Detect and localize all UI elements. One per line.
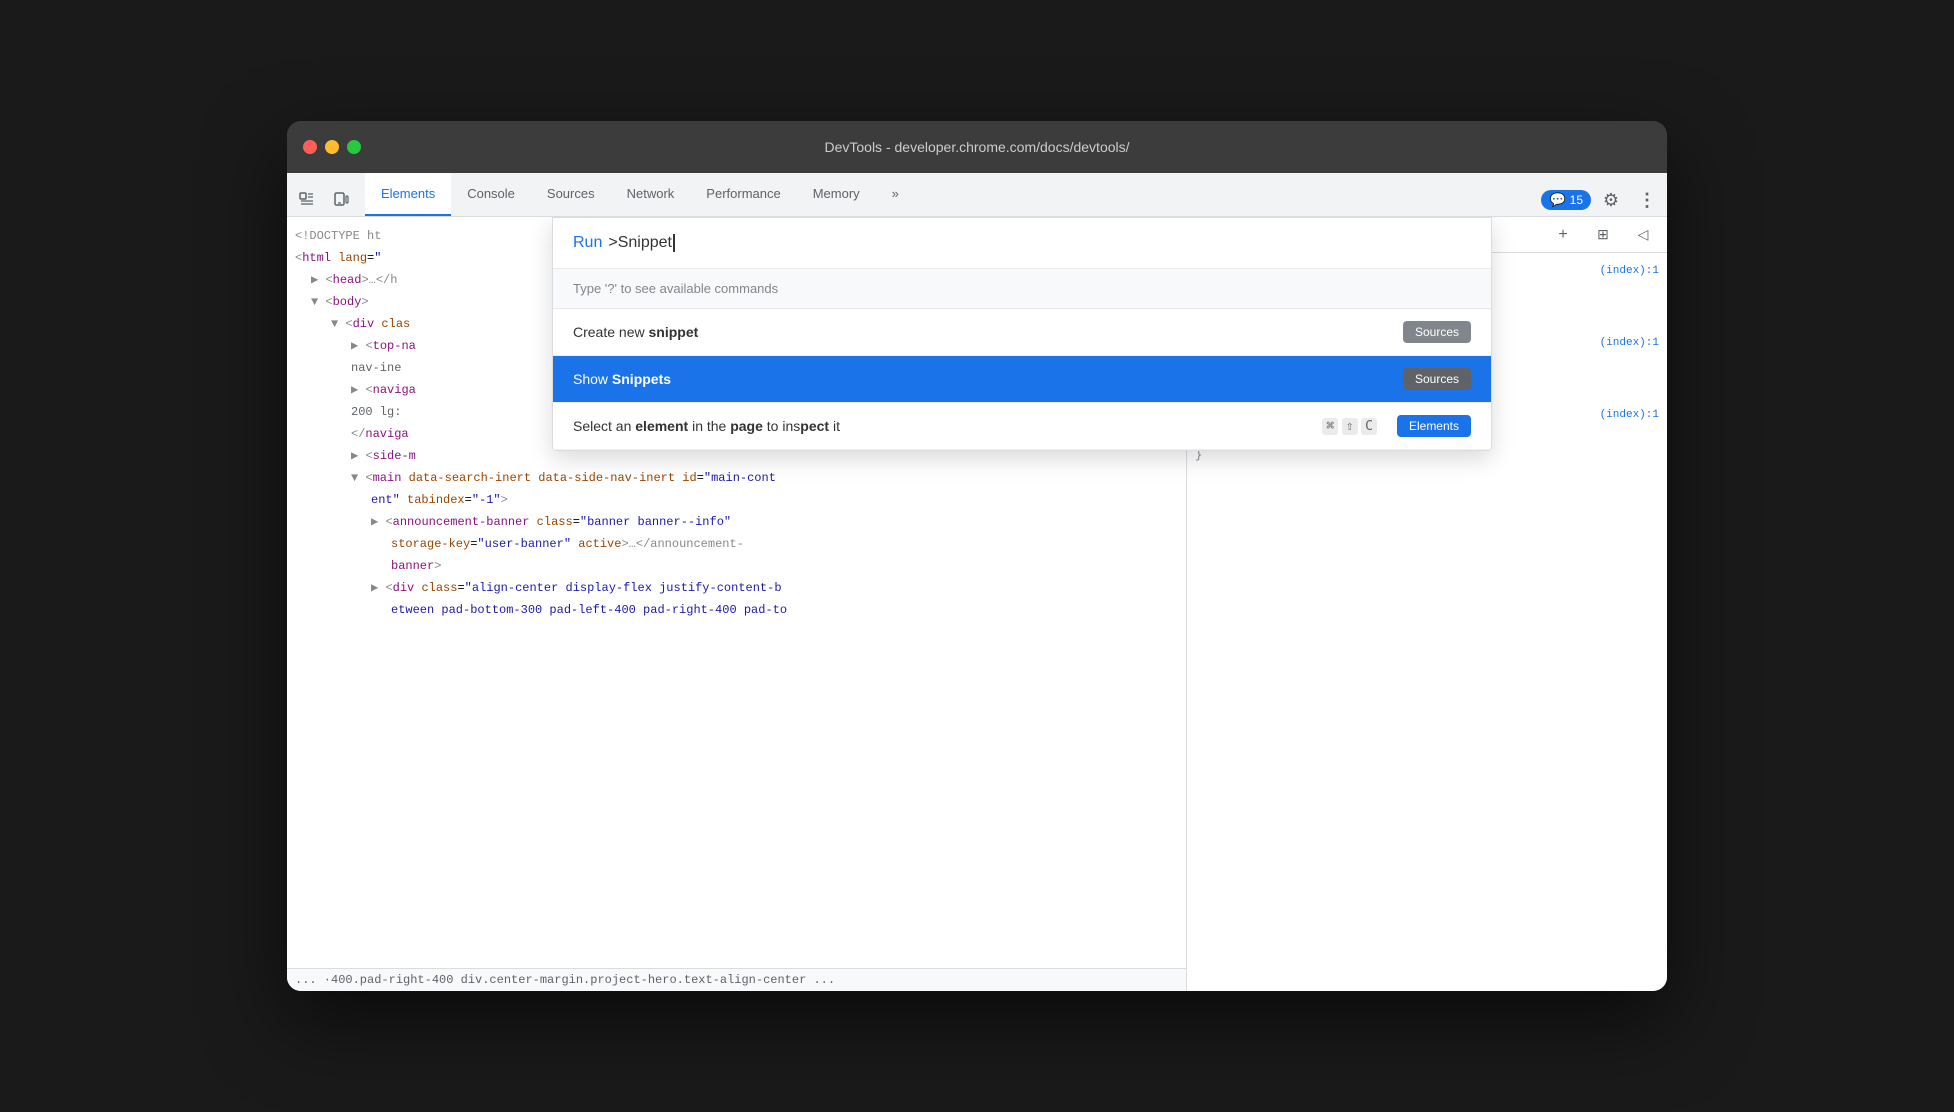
dom-line: ▶ <announcement-banner class="banner ban… [291, 511, 1182, 533]
command-item-label: Select an element in the page to inspect… [573, 418, 840, 434]
command-input-row: Run >Snippet [553, 218, 1491, 269]
window-title: DevTools - developer.chrome.com/docs/dev… [824, 139, 1129, 155]
style-source[interactable]: (index):1 [1600, 333, 1659, 353]
main-tabs: Elements Console Sources Network Perform… [365, 173, 1541, 216]
close-button[interactable] [303, 140, 317, 154]
tab-performance[interactable]: Performance [690, 173, 796, 216]
device-button[interactable] [325, 184, 357, 216]
command-item-select-element[interactable]: Select an element in the page to inspect… [553, 403, 1491, 450]
toolbar-left [291, 184, 357, 216]
toggle-button[interactable]: ⊞ [1587, 219, 1619, 251]
dom-line: ▼ <main data-search-inert data-side-nav-… [291, 467, 1182, 489]
dom-line: ent" tabindex="-1"> [291, 489, 1182, 511]
devtools-panel: Elements Console Sources Network Perform… [287, 173, 1667, 991]
minimize-button[interactable] [325, 140, 339, 154]
style-source[interactable]: (index):1 [1600, 261, 1659, 281]
maximize-button[interactable] [347, 140, 361, 154]
back-button[interactable]: ◁ [1627, 219, 1659, 251]
traffic-lights [303, 140, 361, 154]
command-item-create-snippet[interactable]: Create new snippet Sources [553, 309, 1491, 356]
command-palette: Run >Snippet Type '?' to see available c… [552, 217, 1492, 451]
dom-line: banner> [291, 555, 1182, 577]
command-badge-elements[interactable]: Elements [1397, 415, 1471, 437]
command-item-label: Show Snippets [573, 371, 671, 387]
command-item-shortcut: ⌘ ⇧ C [1322, 418, 1377, 435]
breadcrumb: ... ·400.pad-right-400 div.center-margin… [287, 968, 1186, 991]
command-item-show-snippets[interactable]: Show Snippets Sources [553, 356, 1491, 403]
more-options-button[interactable]: ⋮ [1631, 184, 1663, 216]
tab-bar: Elements Console Sources Network Perform… [287, 173, 1667, 217]
command-item-label: Create new snippet [573, 324, 698, 340]
command-cursor [673, 234, 675, 252]
dom-line: etween pad-bottom-300 pad-left-400 pad-r… [291, 599, 1182, 621]
add-rule-button[interactable]: + [1547, 219, 1579, 251]
dom-line: ▶ <div class="align-center display-flex … [291, 577, 1182, 599]
devtools-window: DevTools - developer.chrome.com/docs/dev… [287, 121, 1667, 991]
notification-count: 15 [1570, 193, 1583, 207]
notification-badge[interactable]: 💬 15 [1541, 190, 1591, 210]
settings-button[interactable]: ⚙ [1595, 184, 1627, 216]
tab-network[interactable]: Network [611, 173, 691, 216]
command-run-label[interactable]: Run [573, 234, 602, 252]
tab-console[interactable]: Console [451, 173, 531, 216]
title-bar: DevTools - developer.chrome.com/docs/dev… [287, 121, 1667, 173]
tab-sources[interactable]: Sources [531, 173, 611, 216]
style-source[interactable]: (index):1 [1600, 405, 1659, 425]
main-content: <!DOCTYPE ht <html lang=" ▶ <head>…</h ▼… [287, 217, 1667, 991]
tab-more[interactable]: » [876, 173, 915, 216]
command-badge-sources[interactable]: Sources [1403, 321, 1471, 343]
command-input-text: >Snippet [608, 234, 675, 252]
inspect-button[interactable] [291, 184, 323, 216]
tab-memory[interactable]: Memory [797, 173, 876, 216]
tab-elements[interactable]: Elements [365, 173, 451, 216]
dom-line: storage-key="user-banner" active>…</anno… [291, 533, 1182, 555]
chat-icon: 💬 [1549, 192, 1565, 208]
toolbar-right: 💬 15 ⚙ ⋮ [1541, 184, 1663, 216]
command-hint: Type '?' to see available commands [553, 269, 1491, 309]
command-badge-sources-selected[interactable]: Sources [1403, 368, 1471, 390]
